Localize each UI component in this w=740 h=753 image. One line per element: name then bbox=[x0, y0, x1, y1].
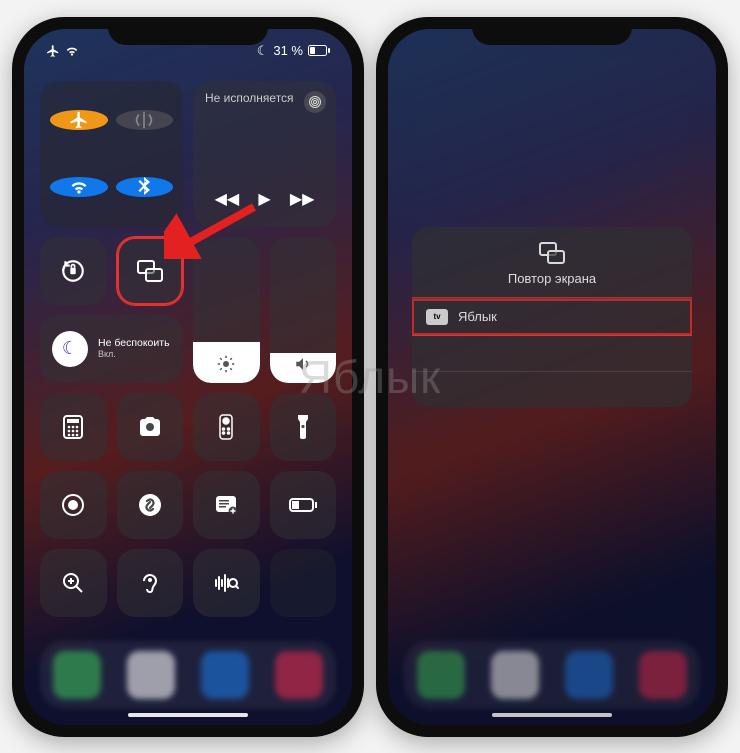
dnd-status-icon: ☾ bbox=[257, 43, 269, 59]
battery-percent-label: 31 % bbox=[273, 43, 303, 58]
battery-icon bbox=[308, 45, 330, 56]
wifi-status-icon bbox=[65, 44, 79, 58]
wifi-toggle[interactable] bbox=[50, 177, 108, 197]
sound-recognition-button[interactable] bbox=[193, 549, 260, 617]
cellular-data-toggle[interactable] bbox=[116, 110, 174, 130]
control-center: Не исполняется ◀◀ ▶ ▶▶ bbox=[40, 81, 336, 617]
screen-mirroring-button[interactable] bbox=[117, 237, 184, 305]
airplane-mode-toggle[interactable] bbox=[50, 110, 108, 130]
iphone-left: ☾ 31 % bbox=[12, 17, 364, 737]
rotation-lock-button[interactable] bbox=[40, 237, 107, 305]
home-indicator[interactable] bbox=[492, 713, 612, 717]
apple-tv-remote-button[interactable] bbox=[193, 393, 260, 461]
media-module[interactable]: Не исполняется ◀◀ ▶ ▶▶ bbox=[193, 81, 336, 227]
notch bbox=[472, 17, 632, 45]
screen-left: ☾ 31 % bbox=[24, 29, 352, 725]
screen-record-button[interactable] bbox=[40, 471, 107, 539]
device-row-yablyk[interactable]: tv Яблык bbox=[412, 298, 692, 335]
device-name-label: Яблык bbox=[458, 309, 497, 324]
dock-blurred bbox=[40, 641, 336, 709]
magnifier-button[interactable] bbox=[40, 549, 107, 617]
shazam-button[interactable] bbox=[117, 471, 184, 539]
empty-row bbox=[412, 371, 692, 407]
focus-subtitle-label: Вкл. bbox=[98, 349, 170, 360]
bluetooth-toggle[interactable] bbox=[116, 177, 174, 197]
airplay-icon[interactable] bbox=[304, 91, 326, 113]
rewind-button[interactable]: ◀◀ bbox=[215, 189, 240, 209]
screen-right: Повтор экрана tv Яблык bbox=[388, 29, 716, 725]
airplane-icon bbox=[46, 44, 60, 58]
moon-icon: ☾ bbox=[52, 331, 88, 367]
low-power-button[interactable] bbox=[270, 471, 337, 539]
camera-button[interactable] bbox=[117, 393, 184, 461]
screen-mirroring-popup: Повтор экрана tv Яблык bbox=[412, 227, 692, 407]
empty-slot bbox=[270, 549, 337, 617]
brightness-icon bbox=[217, 355, 235, 373]
volume-slider[interactable] bbox=[270, 237, 337, 383]
flashlight-button[interactable] bbox=[270, 393, 337, 461]
brightness-slider[interactable] bbox=[193, 237, 260, 383]
screen-mirroring-icon bbox=[537, 241, 567, 265]
home-indicator[interactable] bbox=[128, 713, 248, 717]
popup-title-label: Повтор экрана bbox=[508, 271, 596, 286]
notch bbox=[108, 17, 268, 45]
calculator-button[interactable] bbox=[40, 393, 107, 461]
appletv-badge-icon: tv bbox=[426, 309, 448, 325]
dock-blurred bbox=[404, 641, 700, 709]
focus-module[interactable]: ☾ Не беспокоить Вкл. bbox=[40, 315, 183, 383]
quick-note-button[interactable] bbox=[193, 471, 260, 539]
connectivity-module[interactable] bbox=[40, 81, 183, 227]
empty-row bbox=[412, 335, 692, 371]
iphone-right: Повтор экрана tv Яблык bbox=[376, 17, 728, 737]
play-button[interactable]: ▶ bbox=[258, 189, 270, 209]
forward-button[interactable]: ▶▶ bbox=[290, 189, 315, 209]
hearing-button[interactable] bbox=[117, 549, 184, 617]
volume-icon bbox=[294, 355, 312, 373]
media-not-playing-label: Не исполняется bbox=[205, 91, 294, 105]
focus-title-label: Не беспокоить bbox=[98, 337, 170, 350]
